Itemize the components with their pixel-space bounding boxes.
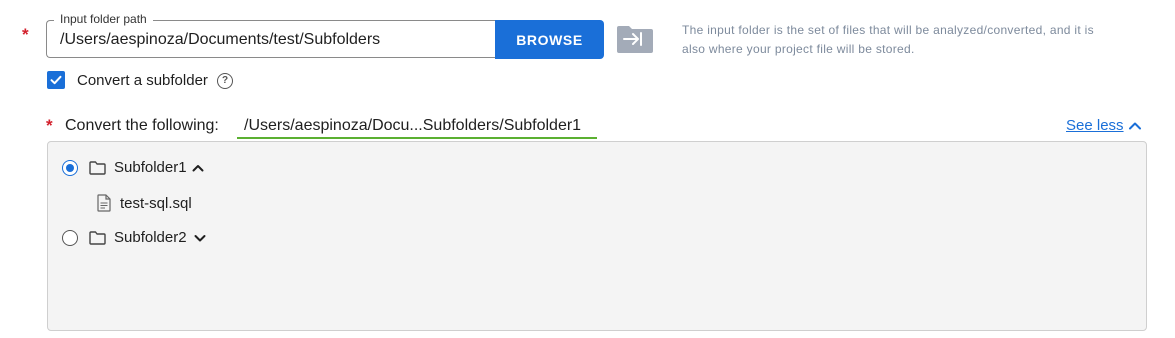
tree-item-subfolder2[interactable]: Subfolder2 <box>114 229 187 247</box>
subfolder1-radio[interactable] <box>62 160 78 176</box>
chevron-up-icon[interactable] <box>1128 119 1142 133</box>
help-line-1: The input folder is the set of files tha… <box>682 23 1094 37</box>
folder-icon <box>89 161 106 175</box>
input-folder-value[interactable]: /Users/aespinoza/Documents/test/Subfolde… <box>60 30 380 50</box>
folder-icon <box>89 231 106 245</box>
input-folder-label: Input folder path <box>54 11 153 27</box>
required-marker: * <box>22 25 29 44</box>
help-line-2: also where your project file will be sto… <box>682 42 915 56</box>
path-highlight-underline <box>237 137 597 139</box>
browse-button[interactable]: BROWSE <box>495 20 604 59</box>
chevron-up-icon[interactable] <box>191 161 205 175</box>
chevron-down-icon[interactable] <box>193 231 207 245</box>
check-icon <box>50 75 62 85</box>
folder-tree-panel <box>47 141 1147 331</box>
subfolder2-radio[interactable] <box>62 230 78 246</box>
help-icon[interactable]: ? <box>217 73 233 89</box>
convert-subfolder-checkbox[interactable] <box>47 71 65 89</box>
file-icon <box>97 194 111 212</box>
see-less-link[interactable]: See less <box>1066 117 1124 135</box>
tree-item-subfolder1[interactable]: Subfolder1 <box>114 159 187 177</box>
tree-item-test-sql[interactable]: test-sql.sql <box>120 195 192 213</box>
folder-import-icon[interactable] <box>616 24 654 54</box>
convert-subfolder-label[interactable]: Convert a subfolder <box>77 72 208 90</box>
required-marker-convert: * <box>46 116 53 135</box>
input-folder-help: The input folder is the set of files tha… <box>682 21 1152 59</box>
convert-following-label: Convert the following: <box>65 117 219 134</box>
selected-path: /Users/aespinoza/Docu...Subfolders/Subfo… <box>244 117 582 134</box>
